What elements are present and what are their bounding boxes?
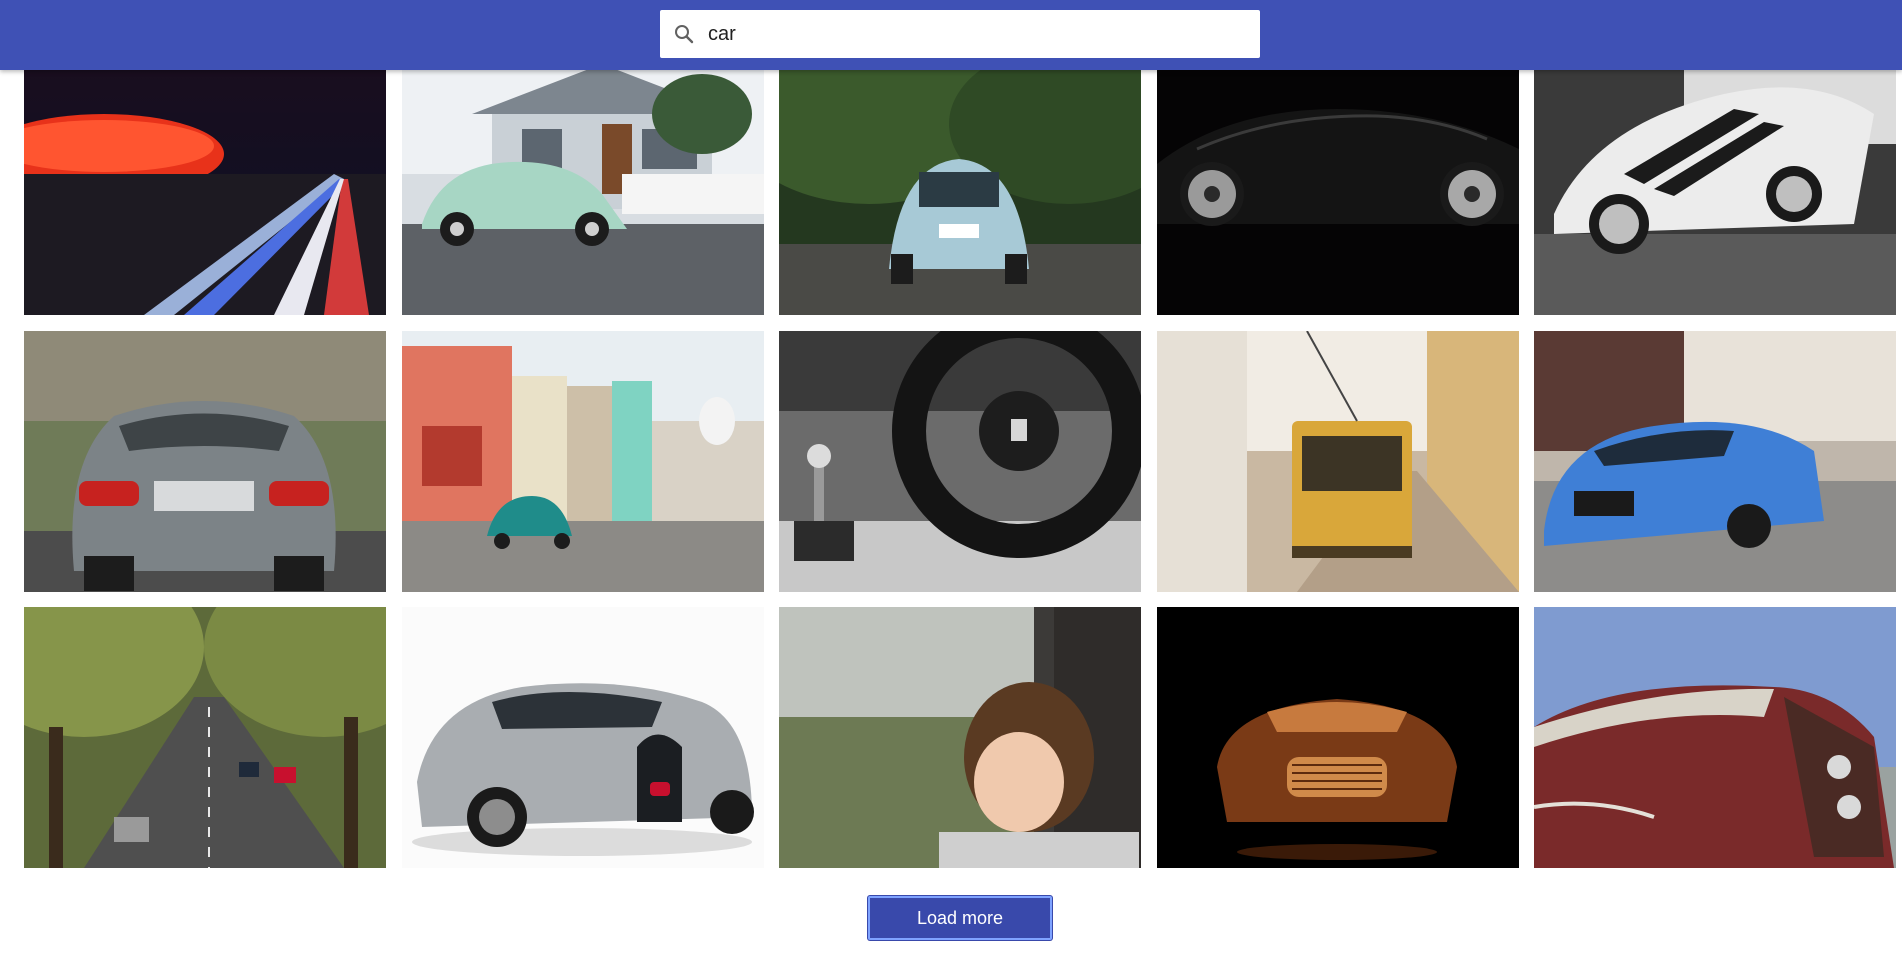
photo-image: [402, 331, 764, 592]
photo-image: [402, 607, 764, 868]
photo-tile[interactable]: [402, 54, 764, 315]
search-icon: [674, 24, 694, 44]
photo-image: [779, 54, 1141, 315]
photo-tile[interactable]: [24, 54, 386, 315]
photo-tile[interactable]: [1534, 607, 1896, 868]
photo-tile[interactable]: [1534, 54, 1896, 315]
photo-image: [1157, 331, 1519, 592]
photo-tile[interactable]: [24, 331, 386, 592]
photo-image: [1157, 54, 1519, 315]
photo-image: [1534, 607, 1896, 868]
photo-tile[interactable]: [24, 607, 386, 868]
photo-tile[interactable]: [779, 331, 1141, 592]
photo-tile[interactable]: [1157, 54, 1519, 315]
app-header: [0, 0, 1902, 70]
photo-tile[interactable]: [402, 607, 764, 868]
photo-tile[interactable]: [779, 607, 1141, 868]
photo-image: [24, 54, 386, 315]
photo-tile[interactable]: [1534, 331, 1896, 592]
photo-image: [402, 54, 764, 315]
photo-image: [24, 331, 386, 592]
photo-image: [24, 607, 386, 868]
photo-tile[interactable]: [779, 54, 1141, 315]
photo-tile[interactable]: [1157, 331, 1519, 592]
photo-image: [1534, 54, 1896, 315]
photo-image: [1157, 607, 1519, 868]
search-input[interactable]: [708, 10, 1228, 58]
photo-tile[interactable]: [1157, 607, 1519, 868]
photo-image: [1534, 331, 1896, 592]
search-bar: [660, 10, 1260, 58]
load-more-button[interactable]: Load more: [868, 896, 1052, 940]
photo-grid: [0, 0, 1902, 958]
photo-image: [779, 331, 1141, 592]
photo-image: [779, 607, 1141, 868]
photo-tile[interactable]: [402, 331, 764, 592]
